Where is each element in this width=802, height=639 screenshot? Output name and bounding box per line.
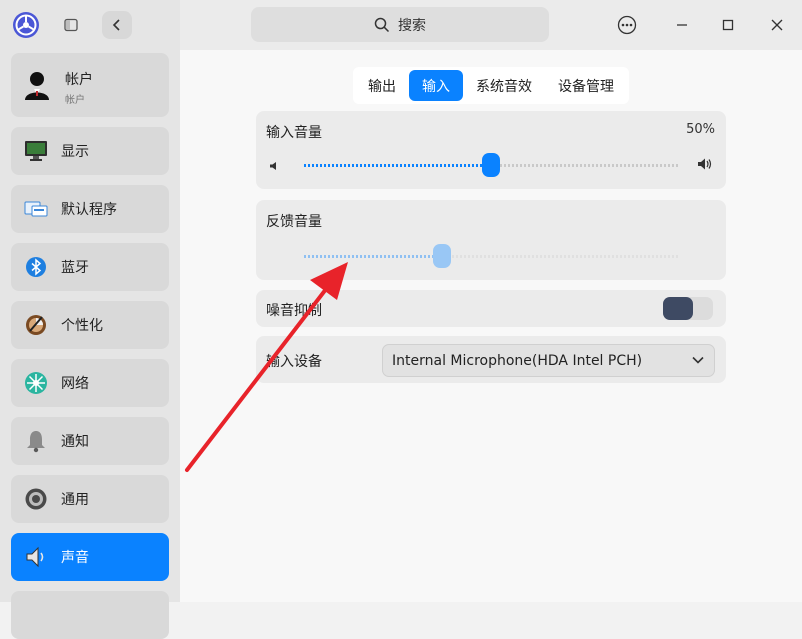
input-volume-card: 输入音量 50%	[256, 111, 726, 189]
sidebar-item-label: 蓝牙	[61, 260, 89, 276]
control-center-logo-icon	[12, 11, 40, 39]
bluetooth-icon	[24, 255, 48, 279]
sidebar-item-network[interactable]: 网络	[11, 359, 169, 407]
search-input[interactable]: 搜索	[251, 7, 549, 42]
default-apps-icon	[24, 197, 48, 221]
general-icon	[24, 487, 48, 511]
bell-icon	[24, 429, 48, 453]
noise-suppression-card: 噪音抑制	[256, 290, 726, 327]
sidebar-item-label: 网络	[61, 376, 89, 392]
volume-low-icon	[269, 159, 279, 175]
monitor-icon	[24, 139, 48, 163]
tab-device-management[interactable]: 设备管理	[547, 70, 625, 101]
more-options-icon[interactable]	[615, 13, 639, 37]
noise-suppression-label: 噪音抑制	[266, 303, 322, 319]
chevron-left-icon	[112, 19, 120, 31]
sidebar-item-default-apps[interactable]: 默认程序	[11, 185, 169, 233]
speaker-icon	[24, 545, 48, 569]
sidebar-item-next[interactable]	[11, 591, 169, 639]
input-volume-label: 输入音量	[266, 125, 322, 141]
sidebar-item-personalization[interactable]: 个性化	[11, 301, 169, 349]
toggle-knob	[663, 297, 693, 320]
sidebar-item-account[interactable]: 帐户 帐户	[11, 53, 169, 117]
sidebar-item-label: 默认程序	[61, 202, 117, 218]
tab-input[interactable]: 输入	[409, 70, 463, 101]
slider-fill	[304, 255, 442, 258]
sidebar-item-general[interactable]: 通用	[11, 475, 169, 523]
sidebar-item-bluetooth[interactable]: 蓝牙	[11, 243, 169, 291]
search-placeholder: 搜索	[398, 17, 426, 34]
input-volume-slider[interactable]	[304, 153, 678, 177]
volume-high-icon	[697, 157, 713, 175]
sound-tabs: 输出 输入 系统音效 设备管理	[353, 67, 629, 104]
sidebar: 帐户 帐户 显示 默认程序 蓝牙 个性化 网络 通知 通用 声音	[0, 0, 180, 639]
sidebar-item-notifications[interactable]: 通知	[11, 417, 169, 465]
feedback-volume-slider	[304, 244, 678, 268]
sidebar-item-label: 声音	[61, 550, 89, 566]
sidebar-item-label: 通知	[61, 434, 89, 450]
sidebar-item-sound[interactable]: 声音	[11, 533, 169, 581]
input-device-select[interactable]: Internal Microphone(HDA Intel PCH)	[382, 344, 715, 377]
input-device-label: 输入设备	[266, 354, 322, 370]
input-device-card: 输入设备 Internal Microphone(HDA Intel PCH)	[256, 336, 726, 383]
account-subtitle: 帐户	[65, 95, 85, 106]
sidebar-item-label: 显示	[61, 144, 89, 160]
account-title: 帐户	[65, 72, 93, 88]
tab-system-sound-effects[interactable]: 系统音效	[466, 70, 542, 101]
tab-output[interactable]: 输出	[356, 70, 408, 101]
sidebar-item-label: 个性化	[61, 318, 103, 334]
network-icon	[24, 371, 48, 395]
personalization-icon	[24, 313, 48, 337]
account-avatar-icon	[23, 70, 51, 100]
sidebar-item-display[interactable]: 显示	[11, 127, 169, 175]
feedback-volume-label: 反馈音量	[266, 214, 322, 230]
slider-fill	[304, 164, 491, 167]
feedback-volume-card: 反馈音量	[256, 200, 726, 280]
sidebar-item-label: 通用	[61, 492, 89, 508]
noise-suppression-toggle[interactable]	[663, 297, 713, 320]
slider-handle[interactable]	[482, 153, 500, 177]
input-device-value: Internal Microphone(HDA Intel PCH)	[392, 352, 643, 369]
slider-handle	[433, 244, 451, 268]
maximize-icon[interactable]	[716, 13, 740, 37]
minimize-icon[interactable]	[670, 13, 694, 37]
sidebar-toggle-icon[interactable]	[60, 14, 82, 36]
titlebar: 搜索	[180, 0, 802, 50]
back-button[interactable]	[102, 11, 132, 39]
chevron-down-icon	[692, 356, 704, 364]
search-icon	[374, 17, 390, 32]
input-volume-percent: 50%	[686, 122, 715, 137]
close-icon[interactable]	[765, 13, 789, 37]
